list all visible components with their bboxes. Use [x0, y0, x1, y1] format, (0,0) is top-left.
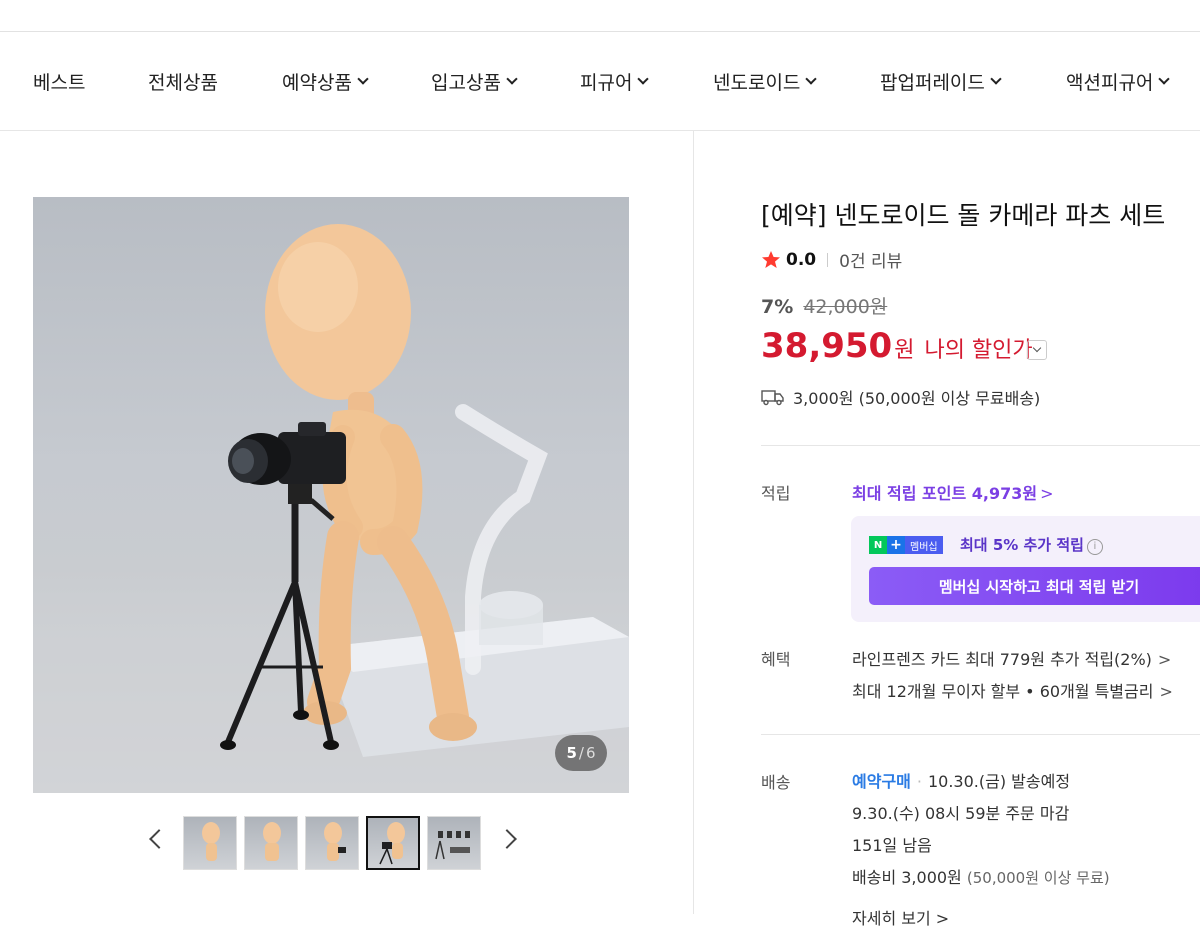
delivery-fee-note: (50,000원 이상 무료)	[966, 869, 1110, 887]
thumbnail-image	[379, 822, 405, 865]
nav-item-pop-up-parade[interactable]: 팝업퍼레이드	[880, 32, 1002, 130]
thumbnail-image	[324, 822, 346, 861]
section-divider	[761, 445, 1200, 446]
nav-item-label: 넨도로이드	[713, 71, 801, 94]
shipping-fee-text: 3,000원 (50,000원 이상 무료배송)	[793, 389, 1041, 408]
column-divider	[693, 131, 694, 914]
shipping-summary: 3,000원 (50,000원 이상 무료배송)	[761, 385, 1040, 409]
thumbnail-1[interactable]	[183, 816, 237, 870]
benefits-label: 혜택	[761, 650, 791, 669]
chevron-down-icon	[990, 72, 1002, 85]
truck-icon	[761, 390, 784, 406]
category-nav: 베스트 전체상품 예약상품 입고상품 피규어 넨도로이드 팝업퍼레이드 액션피규…	[0, 32, 1200, 131]
next-image-arrow-icon[interactable]	[497, 829, 517, 849]
nav-item-label: 팝업퍼레이드	[880, 71, 985, 94]
review-count-link[interactable]: 0건 리뷰	[839, 247, 902, 272]
chevron-right-icon: >	[935, 909, 950, 928]
figure-photo	[33, 224, 629, 793]
days-remaining: 151일 남음	[852, 836, 932, 855]
image-counter-current: 5	[566, 744, 577, 762]
nav-item-arrivals[interactable]: 입고상품	[431, 32, 518, 130]
membership-extra-points: 최대 5% 추가 적립 i	[960, 534, 1103, 555]
benefit-text: 최대 12개월 무이자 할부 • 60개월 특별금리	[852, 682, 1154, 701]
max-points-text: 최대 적립 포인트 4,973원	[852, 484, 1038, 503]
benefit-installment[interactable]: 최대 12개월 무이자 할부 • 60개월 특별금리 >	[852, 678, 1173, 702]
chevron-down-icon	[506, 72, 518, 85]
nav-item-label: 베스트	[33, 71, 86, 94]
thumbnail-image	[435, 831, 470, 860]
price-row: 38,950 원 나의 할인가	[761, 326, 1033, 366]
chevron-down-icon	[805, 72, 818, 85]
delivery-label: 배송	[761, 773, 791, 792]
rating-score: 0.0	[786, 249, 817, 270]
chevron-right-icon: >	[1040, 484, 1054, 503]
detail-link-text: 자세히 보기	[852, 909, 931, 928]
thumbnail-image	[202, 822, 220, 861]
thumbnail-4[interactable]	[366, 816, 420, 870]
thumbnail-5[interactable]	[427, 816, 481, 870]
nav-item-label: 액션피규어	[1066, 71, 1154, 94]
thumbnail-image	[263, 822, 281, 861]
nav-item-best[interactable]: 베스트	[33, 32, 85, 130]
nav-item-label: 예약상품	[282, 71, 352, 94]
badge-text: 멤버십	[905, 536, 943, 554]
nav-item-label: 피규어	[580, 71, 633, 94]
chevron-down-icon	[1158, 72, 1171, 85]
nav-item-preorder[interactable]: 예약상품	[282, 32, 369, 130]
my-price-dropdown-toggle[interactable]	[1027, 340, 1047, 360]
start-membership-button[interactable]: 멤버십 시작하고 최대 적립 받기	[869, 567, 1200, 605]
image-counter: 5 / 6	[555, 735, 607, 771]
benefit-card-points[interactable]: 라인프렌즈 카드 최대 779원 추가 적립(2%) >	[852, 646, 1171, 670]
sale-price: 38,950	[761, 326, 893, 366]
rating-row: 0.0 0건 리뷰	[761, 247, 902, 272]
prev-image-arrow-icon[interactable]	[149, 829, 169, 849]
dot-separator: ·	[916, 772, 922, 791]
price-unit: 원	[894, 338, 915, 363]
nav-item-label: 입고상품	[431, 71, 501, 94]
delivery-detail-link[interactable]: 자세히 보기 >	[852, 905, 949, 929]
product-title: [예약] 넨도로이드 돌 카메라 파츠 세트	[761, 201, 1166, 230]
delivery-fee: 배송비 3,000원	[852, 868, 962, 887]
info-icon[interactable]: i	[1086, 539, 1103, 555]
original-price: 42,000원	[803, 296, 888, 318]
image-counter-total: 6	[585, 744, 596, 762]
section-divider	[761, 734, 1200, 735]
thumbnail-3[interactable]	[305, 816, 359, 870]
max-points-link[interactable]: 최대 적립 포인트 4,973원 >	[852, 480, 1054, 504]
discount-percent: 7%	[761, 296, 794, 318]
product-main-image[interactable]	[33, 197, 629, 793]
ship-date: 10.30.(금) 발송예정	[927, 772, 1071, 791]
membership-extra-text: 최대 5% 추가 적립	[960, 536, 1084, 554]
naver-plus-membership-badge: N + 멤버십	[869, 536, 943, 554]
star-icon	[762, 250, 780, 268]
preorder-tag: 예약구매	[852, 772, 911, 791]
nav-item-label: 전체상품	[148, 71, 218, 94]
my-price-label: 나의 할인가	[924, 338, 1033, 363]
thumbnail-2[interactable]	[244, 816, 298, 870]
image-counter-separator: /	[578, 744, 584, 762]
nav-item-nendoroid[interactable]: 넨도로이드	[713, 32, 818, 130]
badge-n: N	[869, 536, 887, 554]
preorder-row: 예약구매 · 10.30.(금) 발송예정	[852, 768, 1070, 792]
chevron-right-icon: >	[1159, 682, 1173, 701]
points-label: 적립	[761, 484, 791, 503]
chevron-right-icon: >	[1157, 650, 1172, 669]
badge-plus: +	[887, 536, 905, 554]
nav-item-all-products[interactable]: 전체상품	[148, 32, 218, 130]
rating-separator	[827, 252, 829, 267]
benefit-text: 라인프렌즈 카드 최대 779원 추가 적립(2%)	[852, 650, 1152, 669]
discount-row: 7% 42,000원	[761, 292, 887, 319]
top-bar	[0, 0, 1200, 32]
order-deadline: 9.30.(수) 08시 59분 주문 마감	[852, 804, 1070, 823]
chevron-down-icon	[637, 72, 650, 85]
chevron-down-icon	[357, 72, 369, 85]
nav-item-action-figure[interactable]: 액션피규어	[1066, 32, 1171, 130]
delivery-fee-row: 배송비 3,000원 (50,000원 이상 무료)	[852, 864, 1110, 888]
nav-item-figure[interactable]: 피규어	[580, 32, 650, 130]
